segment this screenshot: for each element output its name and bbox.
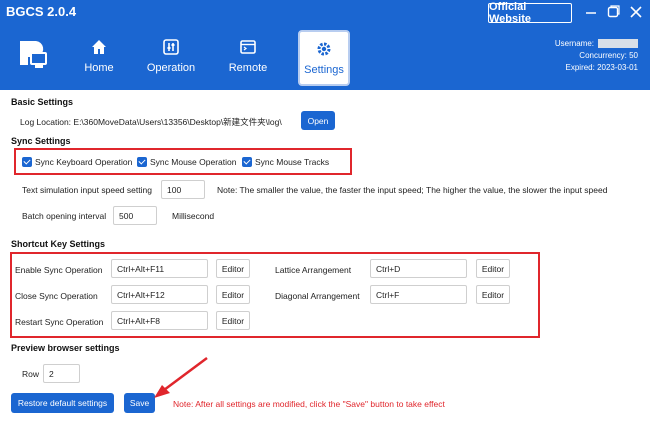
sync-settings-title: Sync Settings bbox=[11, 136, 71, 146]
log-location-text: Log Location: E:\360MoveData\Users\13356… bbox=[20, 117, 282, 127]
tab-settings-label: Settings bbox=[304, 64, 344, 76]
speed-input[interactable]: 100 bbox=[161, 180, 205, 199]
official-website-button[interactable]: Official Website bbox=[488, 1, 572, 25]
speed-note: Note: The smaller the value, the faster … bbox=[217, 185, 608, 195]
sync-mouse-label: Sync Mouse Operation bbox=[150, 157, 237, 167]
diagonal-input[interactable]: Ctrl+F bbox=[370, 285, 467, 304]
tab-remote-label: Remote bbox=[228, 62, 268, 74]
sync-keyboard-checkbox[interactable]: Sync Keyboard Operation bbox=[22, 157, 132, 167]
lattice-editor-button[interactable]: Editor bbox=[476, 259, 510, 278]
shortcut-settings-title: Shortcut Key Settings bbox=[11, 239, 106, 249]
row-input[interactable]: 2 bbox=[43, 364, 80, 383]
checkbox-checked-icon bbox=[22, 157, 32, 167]
maximize-icon[interactable] bbox=[605, 4, 621, 20]
sync-tracks-label: Sync Mouse Tracks bbox=[255, 157, 330, 167]
enable-sync-input[interactable]: Ctrl+Alt+F11 bbox=[111, 259, 208, 278]
tab-remote[interactable]: Remote bbox=[228, 34, 268, 80]
title-bar: BGCS 2.0.4 Official Website Home Operati… bbox=[0, 0, 650, 90]
app-title: BGCS 2.0.4 bbox=[6, 4, 77, 19]
username-value bbox=[598, 39, 638, 48]
tab-operation-label: Operation bbox=[146, 62, 196, 74]
account-info: Username: Concurrency: 50 Expired: 2023-… bbox=[555, 38, 638, 74]
sliders-icon bbox=[163, 39, 179, 55]
username-label: Username: bbox=[554, 39, 594, 48]
tab-home[interactable]: Home bbox=[82, 34, 116, 80]
annotation-arrow-icon bbox=[154, 356, 208, 398]
tab-settings[interactable]: Settings bbox=[298, 30, 350, 86]
restore-defaults-button[interactable]: Restore default settings bbox=[11, 393, 114, 413]
minimize-icon[interactable] bbox=[583, 4, 599, 20]
restart-sync-label: Restart Sync Operation bbox=[15, 317, 104, 327]
save-note: Note: After all settings are modified, c… bbox=[173, 399, 445, 409]
close-sync-input[interactable]: Ctrl+Alt+F12 bbox=[111, 285, 208, 304]
lattice-label: Lattice Arrangement bbox=[275, 265, 352, 275]
lattice-input[interactable]: Ctrl+D bbox=[370, 259, 467, 278]
close-icon[interactable] bbox=[628, 4, 644, 20]
enable-sync-editor-button[interactable]: Editor bbox=[216, 259, 250, 278]
speed-label: Text simulation input speed setting bbox=[22, 185, 152, 195]
enable-sync-label: Enable Sync Operation bbox=[15, 265, 103, 275]
batch-interval-label: Batch opening interval bbox=[22, 211, 107, 221]
restart-sync-input[interactable]: Ctrl+Alt+F8 bbox=[111, 311, 208, 330]
concurrency-text: Concurrency: 50 bbox=[579, 51, 638, 60]
close-sync-editor-button[interactable]: Editor bbox=[216, 285, 250, 304]
checkbox-checked-icon bbox=[137, 157, 147, 167]
open-log-button[interactable]: Open bbox=[301, 111, 335, 130]
diagonal-editor-button[interactable]: Editor bbox=[476, 285, 510, 304]
diagonal-label: Diagonal Arrangement bbox=[275, 291, 360, 301]
row-label: Row bbox=[22, 369, 40, 379]
sync-mouse-checkbox[interactable]: Sync Mouse Operation bbox=[137, 157, 236, 167]
batch-interval-unit: Millisecond bbox=[172, 211, 215, 221]
expired-text: Expired: 2023-03-01 bbox=[565, 63, 639, 72]
preview-settings-title: Preview browser settings bbox=[11, 343, 120, 353]
restart-sync-editor-button[interactable]: Editor bbox=[216, 311, 250, 330]
basic-settings-title: Basic Settings bbox=[11, 97, 74, 107]
gear-icon bbox=[317, 42, 331, 56]
app-logo-icon bbox=[20, 41, 47, 68]
checkbox-checked-icon bbox=[242, 157, 252, 167]
batch-interval-input[interactable]: 500 bbox=[113, 206, 157, 225]
sync-tracks-checkbox[interactable]: Sync Mouse Tracks bbox=[242, 157, 329, 167]
terminal-window-icon bbox=[240, 40, 256, 54]
home-icon bbox=[92, 40, 106, 54]
close-sync-label: Close Sync Operation bbox=[15, 291, 98, 301]
sync-keyboard-label: Sync Keyboard Operation bbox=[35, 157, 133, 167]
tab-home-label: Home bbox=[84, 62, 114, 74]
tab-operation[interactable]: Operation bbox=[145, 34, 197, 80]
